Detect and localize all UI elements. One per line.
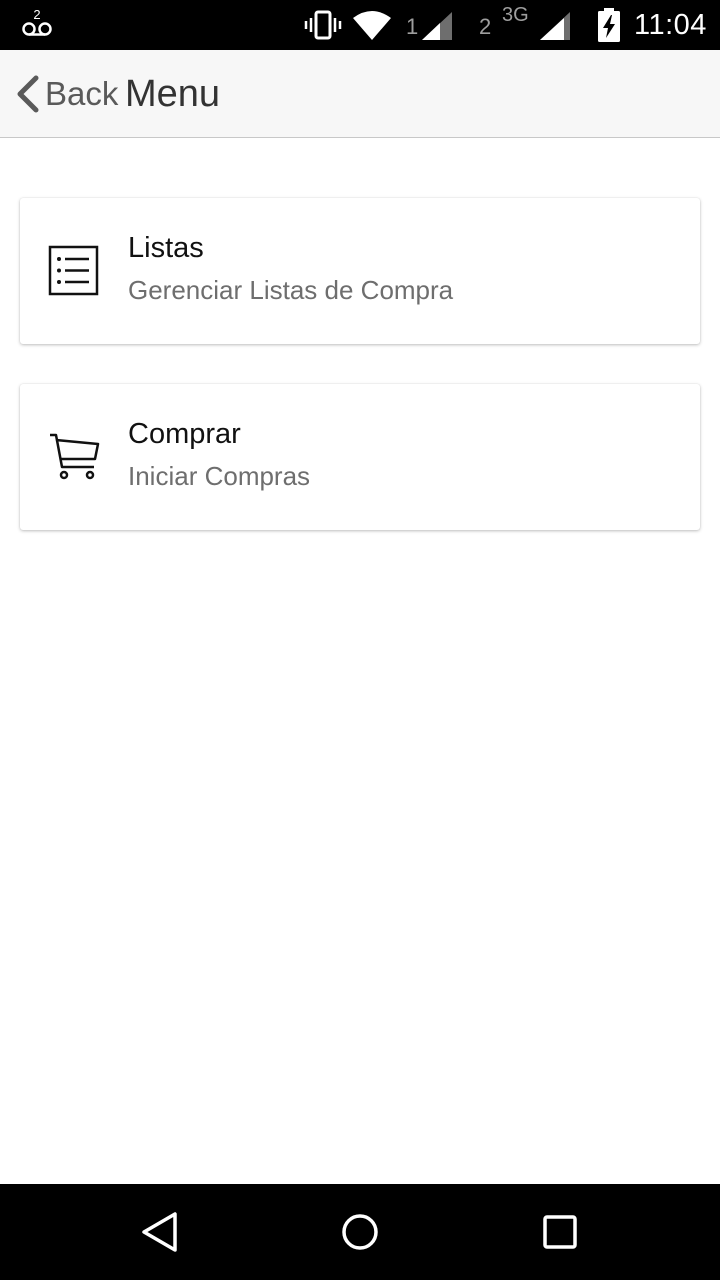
battery-charging-icon [596, 8, 622, 42]
vibrate-icon [304, 8, 342, 42]
sim1-label: 1 [406, 14, 419, 39]
menu-item-subtitle: Iniciar Compras [128, 461, 311, 491]
menu-item-subtitle: Gerenciar Listas de Compra [128, 275, 454, 305]
page-title: Menu [125, 73, 221, 115]
list-icon [48, 245, 100, 297]
nav-home-icon[interactable] [338, 1210, 382, 1254]
back-button[interactable]: Back [12, 70, 118, 118]
menu-item-title: Comprar [128, 418, 241, 450]
menu-item-listas[interactable]: Listas Gerenciar Listas de Compra [20, 198, 700, 344]
menu-item-comprar[interactable]: Comprar Iniciar Compras [20, 384, 700, 530]
signal-icon [420, 10, 454, 42]
nav-back-icon[interactable] [138, 1210, 182, 1254]
navigation-header: Back Menu [0, 50, 720, 138]
voicemail-icon: 2 [18, 6, 56, 40]
back-label: Back [45, 75, 119, 112]
sim2-label: 2 [479, 14, 492, 39]
chevron-left-icon [17, 75, 39, 113]
wifi-icon [352, 10, 392, 42]
shopping-cart-icon [48, 431, 100, 483]
screen: 2 1 2 3G 11:04 Back Menu Listas Gerencia… [0, 0, 720, 1280]
menu-item-title: Listas [128, 232, 204, 264]
status-bar: 2 1 2 3G 11:04 [0, 0, 720, 50]
voicemail-count: 2 [33, 7, 40, 22]
clock: 11:04 [634, 9, 707, 41]
signal-icon [538, 10, 572, 42]
nav-recents-icon[interactable] [538, 1210, 582, 1254]
network-type-label: 3G [502, 4, 529, 26]
system-navigation-bar [0, 1184, 720, 1280]
